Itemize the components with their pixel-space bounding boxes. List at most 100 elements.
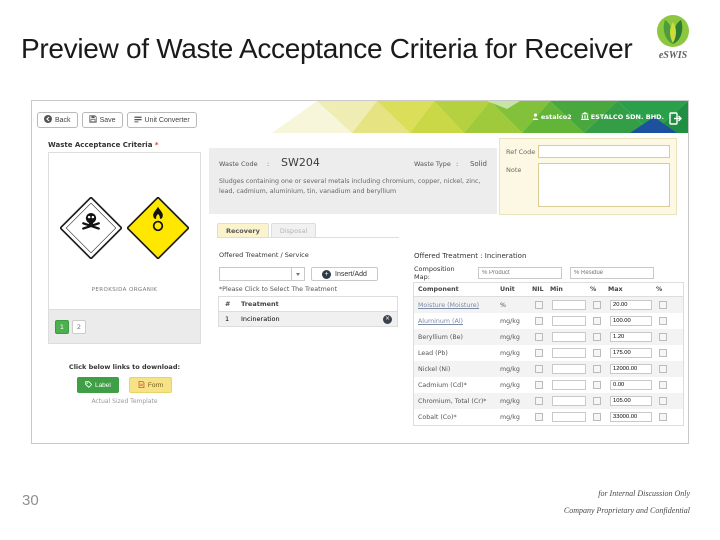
waste-description: Sludges containing one or several metals… (219, 178, 481, 195)
max-percent-checkbox[interactable] (656, 333, 670, 341)
nil-checkbox[interactable] (532, 317, 546, 325)
treatment-select[interactable] (219, 267, 305, 281)
waste-type-label: Waste Type (413, 160, 451, 168)
min-percent-checkbox[interactable] (590, 349, 604, 357)
component-unit: mg/kg (500, 397, 520, 405)
min-percent-checkbox[interactable] (590, 413, 604, 421)
min-percent-checkbox[interactable] (590, 365, 604, 373)
table-row: Lead (Pb) mg/kg (414, 345, 683, 361)
col-unit: Unit (500, 286, 515, 293)
label-download-button[interactable]: Label (76, 377, 119, 393)
col-component: Component (418, 286, 459, 293)
form-download-button[interactable]: Form (128, 377, 173, 393)
table-row: Nickel (Ni) mg/kg (414, 361, 683, 377)
waste-code-label: Waste Code (219, 160, 258, 168)
hazard-caption: PEROKSIDA ORGANIK (91, 287, 158, 293)
company-chip[interactable]: ESTALCO SDN. BHD. (580, 112, 664, 122)
max-input[interactable] (610, 396, 652, 406)
nil-checkbox[interactable] (532, 381, 546, 389)
page-title: Preview of Waste Acceptance Criteria for… (21, 33, 633, 64)
min-input[interactable] (552, 348, 586, 358)
download-hint: Click below links to download: (68, 363, 181, 371)
hazard-symbol-card: PEROKSIDA ORGANIK 1 2 (48, 152, 201, 344)
colon: : (455, 160, 459, 168)
remove-treatment-icon[interactable]: × (383, 314, 392, 324)
min-input[interactable] (552, 380, 586, 390)
col-max: Max (608, 286, 623, 293)
table-row: Aluminum (Al) mg/kg (414, 313, 683, 329)
max-percent-checkbox[interactable] (656, 365, 670, 373)
ref-code-input[interactable] (538, 145, 670, 158)
component-link[interactable]: Moisture (Moisture) (418, 302, 498, 309)
unit-converter-icon (133, 115, 142, 125)
percent-product-input[interactable] (478, 267, 562, 279)
max-percent-checkbox[interactable] (656, 349, 670, 357)
nil-checkbox[interactable] (532, 413, 546, 421)
back-button[interactable]: Back (37, 112, 78, 128)
min-input[interactable] (552, 316, 586, 326)
page-2-button[interactable]: 2 (72, 319, 86, 334)
max-percent-checkbox[interactable] (656, 413, 670, 421)
table-row: Beryllium (Be) mg/kg (414, 329, 683, 345)
nil-checkbox[interactable] (532, 301, 546, 309)
percent-residue-input[interactable] (570, 267, 654, 279)
min-percent-checkbox[interactable] (590, 333, 604, 341)
tab-recovery[interactable]: Recovery (217, 223, 269, 238)
footer-line-2: Company Proprietary and Confidential (563, 505, 690, 515)
min-input[interactable] (552, 332, 586, 342)
min-input[interactable] (552, 396, 586, 406)
max-percent-checkbox[interactable] (656, 317, 670, 325)
username: estalco2 (540, 113, 572, 121)
ref-note-panel: Ref Code Note (499, 138, 677, 215)
component-unit: mg/kg (500, 317, 520, 325)
tag-icon (85, 380, 93, 390)
component-name: Chromium, Total (Cr)* (418, 397, 487, 405)
offered-treatment-label: Offered Treatment / Service (219, 251, 309, 259)
page-1-button[interactable]: 1 (55, 319, 69, 334)
wac-title-text: Waste Acceptance Criteria (48, 141, 153, 149)
max-input[interactable] (610, 364, 652, 374)
min-input[interactable] (552, 300, 586, 310)
eswis-logo: eSWIS (654, 14, 692, 61)
note-textarea[interactable] (538, 163, 670, 207)
insert-add-button[interactable]: + Insert/Add (311, 267, 378, 281)
save-button[interactable]: Save (81, 112, 123, 128)
logo-text: eSWIS (658, 50, 688, 61)
component-link[interactable]: Aluminum (Al) (418, 318, 498, 325)
nil-checkbox[interactable] (532, 365, 546, 373)
component-unit: mg/kg (500, 413, 520, 421)
tab-disposal[interactable]: Disposal (270, 223, 317, 238)
max-input[interactable] (610, 380, 652, 390)
component-name: Beryllium (Be) (418, 333, 463, 341)
composition-table: Component Unit NIL Min % Max % Moisture … (413, 282, 684, 426)
logout-icon[interactable] (669, 110, 682, 125)
table-row: Moisture (Moisture) % (414, 297, 683, 313)
nil-checkbox[interactable] (532, 333, 546, 341)
treatment-table-header: # Treatment (219, 297, 397, 312)
max-input[interactable] (610, 316, 652, 326)
component-unit: mg/kg (500, 349, 520, 357)
max-input[interactable] (610, 412, 652, 422)
max-percent-checkbox[interactable] (656, 397, 670, 405)
min-percent-checkbox[interactable] (590, 301, 604, 309)
component-unit: mg/kg (500, 365, 520, 373)
nil-checkbox[interactable] (532, 349, 546, 357)
min-percent-checkbox[interactable] (590, 397, 604, 405)
nil-checkbox[interactable] (532, 397, 546, 405)
download-buttons: Label Form (48, 377, 201, 393)
offered-treatment-summary: Offered Treatment : Incineration (414, 252, 527, 260)
back-icon (44, 115, 52, 125)
footer-disclaimer: for Internal Discussion Only Company Pro… (564, 486, 690, 520)
min-percent-checkbox[interactable] (590, 381, 604, 389)
max-percent-checkbox[interactable] (656, 301, 670, 309)
max-input[interactable] (610, 300, 652, 310)
unit-converter-button[interactable]: Unit Converter (126, 112, 197, 128)
min-input[interactable] (552, 364, 586, 374)
min-percent-checkbox[interactable] (590, 317, 604, 325)
max-input[interactable] (610, 348, 652, 358)
max-input[interactable] (610, 332, 652, 342)
min-input[interactable] (552, 412, 586, 422)
user-chip[interactable]: estalco2 (532, 113, 572, 122)
max-percent-checkbox[interactable] (656, 381, 670, 389)
table-row: Chromium, Total (Cr)* mg/kg (414, 393, 683, 409)
